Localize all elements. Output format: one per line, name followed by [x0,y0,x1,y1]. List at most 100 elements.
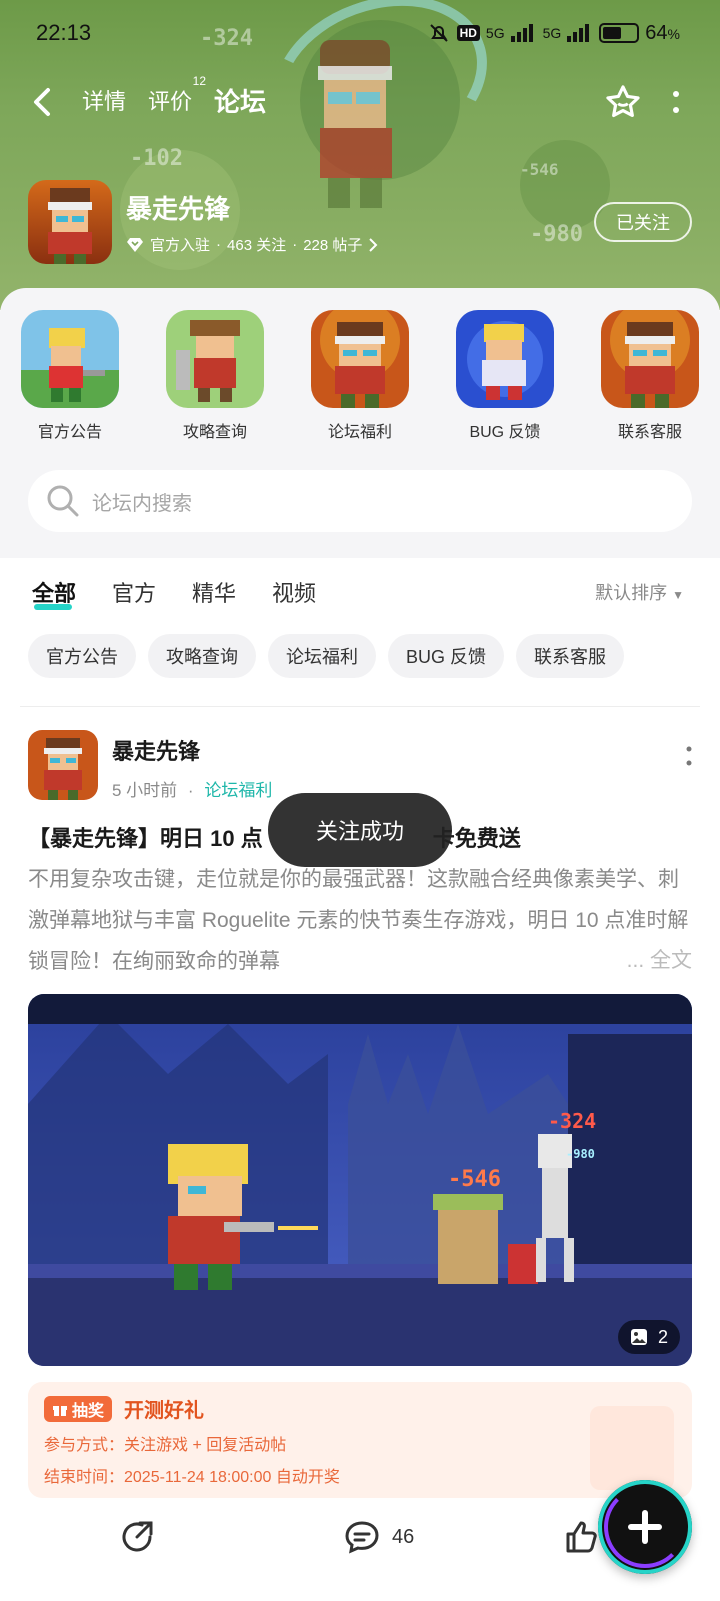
tab-reviews[interactable]: 评价 12 [148,74,206,120]
post-image[interactable]: -324 -546 -980 2 [28,994,692,1366]
gift-watermark-icon [590,1406,674,1490]
read-full-link[interactable]: ... 全文 [620,940,692,981]
battery-icon [599,23,640,43]
gift-icon [53,1405,67,1416]
thumbs-up-icon [566,1521,597,1553]
forum-label: 联系客服 [617,424,682,441]
tab-reviews-label: 评价 [148,89,193,114]
game-logo[interactable] [28,180,112,264]
separator: · [292,236,298,253]
comment-button[interactable]: 46 [344,1520,414,1554]
reviews-count-badge: 12 [192,74,207,88]
forum-section-guides[interactable]: 攻略查询 [165,310,265,442]
game-screenshot-art: -324 -546 -980 [28,994,692,1366]
post-body-text: 不用复杂攻击键，走位就是你的最强武器！这款融合经典像素美学、刺激弹幕地狱与丰富 … [28,868,689,973]
search-icon [47,485,79,517]
damage-number: -980 [566,1147,595,1161]
filter-tab-official[interactable]: 官方 [112,576,156,608]
section-chips: 官方公告 攻略查询 论坛福利 BUG 反馈 联系客服 [28,634,692,678]
forum-label: 论坛福利 [327,424,392,441]
status-bar: 22:13 HD 5G 5G 64% [36,18,680,48]
forum-label: 攻略查询 [182,424,247,441]
favorite-star-icon[interactable] [604,83,642,121]
more-menu-icon[interactable] [672,90,680,114]
forum-section-bug-report[interactable]: BUG 反馈 [455,310,555,442]
separator: · [187,781,194,800]
share-button[interactable] [120,1520,154,1554]
game-name: 暴走先锋 [126,194,231,224]
chip-bug-report[interactable]: BUG 反馈 [388,634,505,678]
comment-icon [345,1521,379,1554]
hd-icon: HD [456,25,480,41]
game-meta[interactable]: 官方入驻 · 463 关注 · 228 帖子 [126,234,378,255]
chip-benefits[interactable]: 论坛福利 [268,634,376,678]
signal-icon [510,24,533,42]
forum-sections-panel: 官方公告 攻略查询 论坛福利 BUG 反馈 联系客服 论坛内搜索 [0,288,720,558]
game-logo-art [48,188,92,264]
forum-icon-benefits [311,310,409,408]
post-title-text: 【暴走先锋】明日 10 点 [28,826,263,851]
top-navigation: 详情 评价 12 论坛 [32,74,680,127]
create-post-fab[interactable] [598,1480,692,1574]
author-name[interactable]: 暴走先锋 [112,734,272,766]
lottery-title: 开测好礼 [124,1400,205,1422]
forum-icon-customer-service [601,310,699,408]
tab-forum[interactable]: 论坛 [214,82,267,127]
damage-number: -546 [520,160,559,179]
sort-dropdown[interactable]: 默认排序 ▼ [595,579,684,605]
post-count: 228 帖子 [303,237,363,254]
like-button[interactable] [564,1520,598,1554]
mute-bell-icon [429,24,448,42]
post-section-tag[interactable]: 论坛福利 [204,781,272,800]
forum-icon-bug-report [456,310,554,408]
forum-search-input[interactable]: 论坛内搜索 [28,470,692,532]
diamond-icon [127,237,143,252]
image-count-badge: 2 [617,1320,680,1354]
back-button[interactable] [32,82,60,122]
battery-percent: 64% [645,21,680,44]
comment-count: 46 [392,1525,415,1548]
damage-number: -546 [448,1167,501,1192]
share-icon [122,1521,153,1552]
forum-label: BUG 反馈 [469,424,541,441]
toast-message: 关注成功 [268,793,452,867]
search-placeholder: 论坛内搜索 [92,492,192,515]
lottery-card[interactable]: 抽奖 开测好礼 参与方式：关注游戏 + 回复活动帖 结束时间：2025-11-2… [28,1382,692,1498]
separator: · [216,236,222,253]
lottery-badge: 抽奖 [44,1395,113,1422]
chip-customer-service[interactable]: 联系客服 [516,634,625,678]
damage-number: -324 [548,1109,596,1133]
image-count: 2 [657,1326,668,1347]
post-filter-tabs: 全部 官方 精华 视频 默认排序 ▼ [32,572,684,612]
forum-icon-announcements [21,310,119,408]
filter-tab-video[interactable]: 视频 [272,576,316,608]
forum-section-customer-service[interactable]: 联系客服 [600,310,700,442]
network-5g-label: 5G [542,25,562,41]
image-icon [630,1329,647,1345]
follow-button[interactable]: 已关注 [594,202,692,242]
divider [20,706,700,707]
chip-announcements[interactable]: 官方公告 [28,634,136,678]
sort-label: 默认排序 [595,583,668,603]
chevron-left-icon [34,88,50,116]
filter-tab-featured[interactable]: 精华 [192,576,236,608]
post-time: 5 小时前 [112,781,178,800]
post-more-icon[interactable] [686,746,692,772]
forum-section-announcements[interactable]: 官方公告 [20,310,120,442]
filter-tab-all[interactable]: 全部 [32,576,76,610]
chip-guides[interactable]: 攻略查询 [148,634,256,678]
forum-section-benefits[interactable]: 论坛福利 [310,310,410,442]
lottery-badge-label: 抽奖 [72,1402,105,1420]
tab-details[interactable]: 详情 [82,84,126,120]
game-info: 暴走先锋 官方入驻 · 463 关注 · 228 帖子 已关注 [28,180,692,264]
post-body[interactable]: 不用复杂攻击键，走位就是你的最强武器！这款融合经典像素美学、刺激弹幕地狱与丰富 … [28,859,692,983]
author-avatar[interactable] [28,730,98,800]
follower-count: 463 关注 [227,237,287,254]
post-author: 暴走先锋 5 小时前 · 论坛福利 [28,730,692,801]
forum-label: 官方公告 [37,424,102,441]
network-5g-label: 5G [485,25,505,41]
caret-down-icon: ▼ [672,588,684,602]
signal-icon [567,24,590,42]
damage-number: -102 [130,146,183,171]
clock: 22:13 [36,20,92,45]
